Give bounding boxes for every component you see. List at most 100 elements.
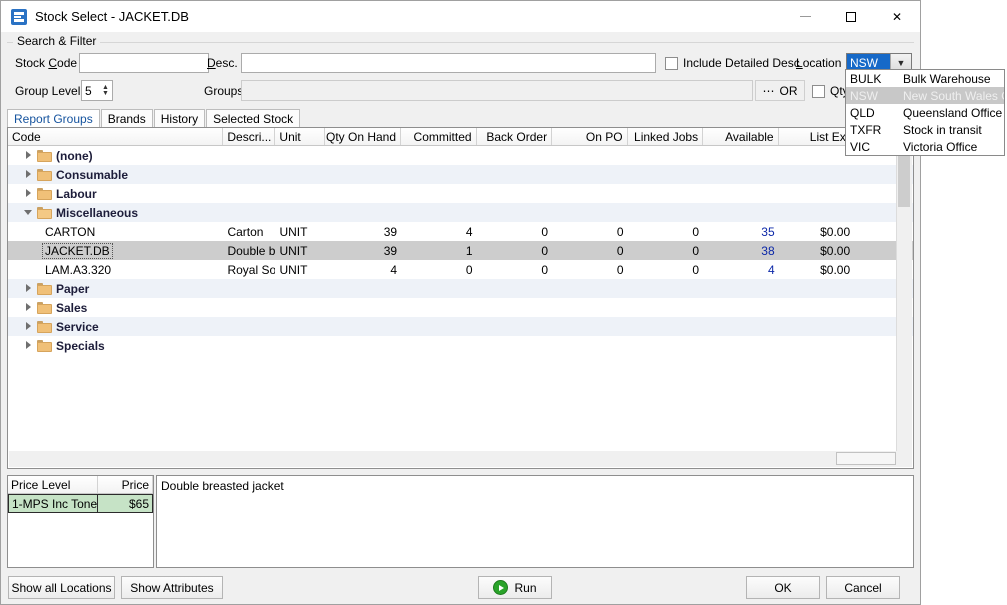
grid-cell [275,298,324,317]
ellipsis-icon: ⋯ [763,84,775,98]
checkbox-icon [665,57,678,70]
grid-column-header[interactable]: Unit [275,128,324,145]
grid-column-header[interactable]: Qty On Hand [325,128,402,145]
chevron-right-icon[interactable] [24,322,33,331]
table-row[interactable]: Service [8,317,913,336]
table-row[interactable]: Labour [8,184,913,203]
dropdown-item[interactable]: QLDQueensland Office [846,104,1004,121]
groups-or-button[interactable]: ⋯ OR [755,80,805,101]
table-row[interactable]: Specials [8,336,913,355]
tab-brands[interactable]: Brands [101,109,153,127]
group-level-value: 5 [82,84,99,98]
price-row[interactable]: 1-MPS Inc Toner $65 [8,494,153,513]
dropdown-item[interactable]: BULKBulk Warehouse [846,70,1004,87]
grid-column-header[interactable]: Linked Jobs [628,128,704,145]
grid-cell [325,146,401,165]
table-row[interactable]: LAM.A3.320Royal SovUNIT400004$0.000 [8,260,913,279]
scrollbar-thumb[interactable] [898,147,910,207]
window-title: Stock Select - JACKET.DB [35,9,189,24]
chevron-right-icon[interactable] [24,284,33,293]
groups-input[interactable] [241,80,753,101]
grid-cell [477,298,553,317]
price-level-panel: Price Level Price 1-MPS Inc Toner $65 [7,475,154,568]
grid-cell [477,317,553,336]
table-row[interactable]: CARTONCartonUNIT39400035$0.000 [8,222,913,241]
grid-vertical-scrollbar[interactable] [896,147,912,451]
tab-history[interactable]: History [154,109,205,127]
grid-cell: 38 [703,241,779,260]
stock-code-input[interactable] [79,53,209,73]
desc-input[interactable] [241,53,656,73]
folder-icon [37,321,52,333]
run-button[interactable]: Run [478,576,552,599]
location-dropdown-list[interactable]: BULKBulk WarehouseNSWNew South Wales OfQ… [845,69,1005,156]
scrollbar-thumb[interactable] [836,452,896,465]
grid-column-header[interactable]: Committed [401,128,477,145]
grid-cell [325,298,401,317]
grid-column-header[interactable]: Descri... [223,128,275,145]
description-panel[interactable]: Double breasted jacket [156,475,914,568]
group-label: Labour [56,187,97,201]
grid-cell [552,317,628,336]
minimize-button[interactable] [782,1,828,32]
grid-cell: 0 [628,241,704,260]
price-column-header: Price [98,476,153,493]
dropdown-item[interactable]: VICVictoria Office [846,138,1004,155]
grid-cell-code: JACKET.DB [8,241,223,260]
grid-column-header[interactable]: List Ex. [779,128,855,145]
grid-column-header[interactable]: Available [703,128,779,145]
tab-report-groups[interactable]: Report Groups [7,109,100,127]
group-level-stepper[interactable]: 5 ▲▼ [81,80,113,101]
grid-column-header[interactable]: Back Order [477,128,553,145]
group-divider [7,42,914,43]
chevron-right-icon[interactable] [24,189,33,198]
group-label: Paper [56,282,89,296]
grid-cell [552,203,628,222]
grid-cell: $0.00 [779,241,855,260]
dropdown-item[interactable]: NSWNew South Wales Of [846,87,1004,104]
include-detailed-desc-checkbox[interactable]: Include Detailed Desc [665,56,800,70]
chevron-right-icon[interactable] [24,170,33,179]
grid-cell [477,184,553,203]
folder-icon [37,150,52,162]
grid-cell [779,279,855,298]
table-row[interactable]: Sales [8,298,913,317]
table-row[interactable]: Miscellaneous [8,203,913,222]
grid-cell: UNIT [275,241,324,260]
table-row[interactable]: JACKET.DBDouble brUNIT39100038$0.000 [8,241,913,260]
grid-cell [401,298,477,317]
ok-button[interactable]: OK [746,576,820,599]
grid-cell [401,317,477,336]
dropdown-item-description: New South Wales Of [903,89,1004,103]
grid-cell [703,317,779,336]
maximize-button[interactable] [828,1,874,32]
spinner-arrows-icon[interactable]: ▲▼ [99,85,112,97]
grid-cell [552,336,628,355]
grid-cell: $0.00 [779,260,855,279]
close-icon[interactable]: ✕ [874,1,920,32]
grid-column-header[interactable]: Code [8,128,223,145]
tab-selected-stock[interactable]: Selected Stock [206,109,300,127]
show-all-locations-button[interactable]: Show all Locations [8,576,115,599]
groups-label: Groups [204,84,243,98]
grid-cell [325,165,401,184]
tab-bar: Report Groups Brands History Selected St… [7,109,301,127]
dropdown-item-code: NSW [846,89,903,103]
chevron-right-icon[interactable] [24,303,33,312]
cancel-button[interactable]: Cancel [826,576,900,599]
dropdown-item[interactable]: TXFRStock in transit [846,121,1004,138]
chevron-down-icon[interactable] [24,208,33,217]
grid-cell [223,317,275,336]
grid-horizontal-scrollbar[interactable] [9,451,912,467]
grid-column-header[interactable]: On PO [552,128,628,145]
chevron-right-icon[interactable] [24,341,33,350]
table-row[interactable]: (none) [8,146,913,165]
grid-cell: $0.00 [779,222,855,241]
grid-cell: 0 [552,241,628,260]
chevron-right-icon[interactable] [24,151,33,160]
grid-header-row: CodeDescri...UnitQty On HandCommittedBac… [8,128,913,146]
table-row[interactable]: Consumable [8,165,913,184]
table-row[interactable]: Paper [8,279,913,298]
grid-cell [275,279,324,298]
show-attributes-button[interactable]: Show Attributes [121,576,223,599]
